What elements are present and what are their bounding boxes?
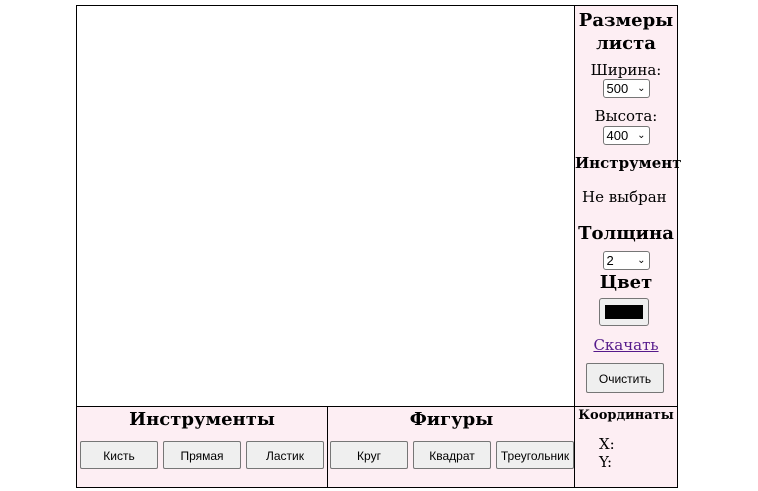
height-value: 400 bbox=[606, 128, 629, 143]
editor-frame: Размеры листа Ширина: 500 ⌄ Высота: 400 … bbox=[76, 5, 682, 488]
chevron-down-icon: ⌄ bbox=[637, 83, 646, 94]
width-select[interactable]: 500 ⌄ bbox=[602, 79, 650, 98]
color-title: Цвет bbox=[599, 272, 653, 293]
clear-button[interactable]: Очистить bbox=[586, 363, 664, 393]
width-label: Ширина: bbox=[590, 61, 662, 79]
download-link[interactable]: Скачать bbox=[593, 336, 658, 354]
thickness-value: 2 bbox=[606, 253, 614, 268]
coordinates-title: Координаты bbox=[578, 408, 674, 423]
x-coordinate-label: X: bbox=[599, 435, 615, 453]
circle-button[interactable]: Круг bbox=[330, 441, 408, 469]
y-coordinate-label: Y: bbox=[599, 453, 613, 471]
triangle-button[interactable]: Треугольник bbox=[496, 441, 574, 469]
coordinates-panel: Координаты X: Y: bbox=[574, 406, 678, 488]
height-label: Высота: bbox=[594, 107, 658, 125]
square-button[interactable]: Квадрат bbox=[413, 441, 491, 469]
height-select[interactable]: 400 ⌄ bbox=[602, 126, 650, 145]
brush-button[interactable]: Кисть bbox=[80, 441, 158, 469]
figures-panel: Фигуры Круг Квадрат Треугольник bbox=[327, 406, 576, 488]
drawing-canvas[interactable] bbox=[76, 5, 576, 407]
current-tool: Не выбран bbox=[582, 188, 667, 206]
color-picker[interactable] bbox=[599, 298, 649, 326]
thickness-select[interactable]: 2 ⌄ bbox=[602, 251, 650, 270]
thickness-title: Толщина bbox=[578, 223, 674, 244]
figures-title: Фигуры bbox=[409, 409, 494, 430]
chevron-down-icon: ⌄ bbox=[637, 130, 646, 141]
tool-title: Инструмент bbox=[575, 154, 682, 172]
sheet-size-title: Размеры листа bbox=[578, 10, 674, 54]
eraser-button[interactable]: Ластик bbox=[246, 441, 324, 469]
chevron-down-icon: ⌄ bbox=[637, 255, 646, 266]
settings-panel: Размеры листа Ширина: 500 ⌄ Высота: 400 … bbox=[574, 5, 682, 407]
width-value: 500 bbox=[606, 81, 629, 96]
line-button[interactable]: Прямая bbox=[163, 441, 241, 469]
color-swatch-fill bbox=[605, 305, 643, 319]
instruments-title: Инструменты bbox=[129, 409, 275, 430]
instruments-panel: Инструменты Кисть Прямая Ластик bbox=[76, 406, 328, 488]
